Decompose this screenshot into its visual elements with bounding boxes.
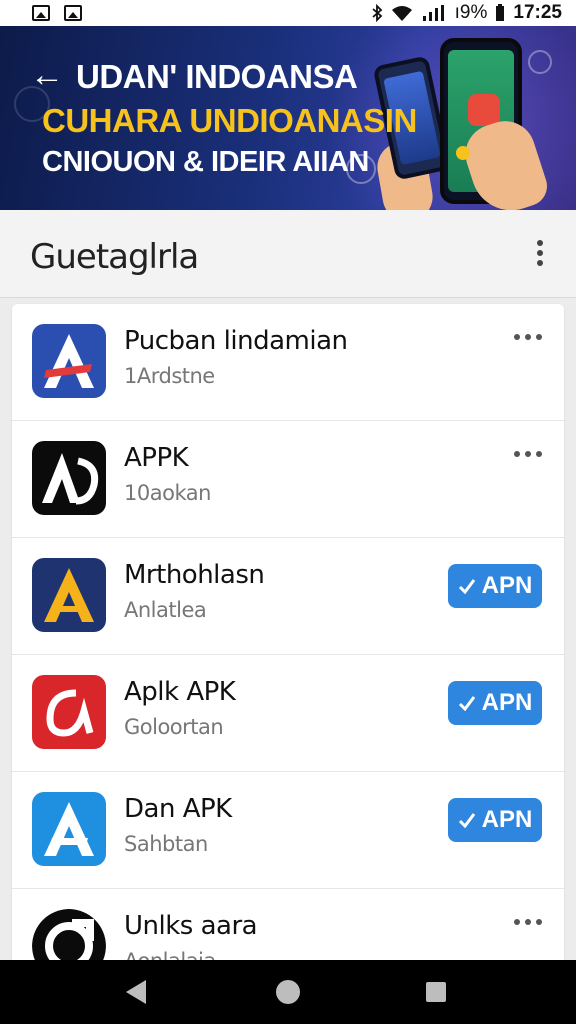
check-icon xyxy=(458,813,475,828)
app-store-icon xyxy=(32,675,106,749)
coin-icon xyxy=(456,146,470,160)
app-subtitle: 10aokan xyxy=(124,481,211,505)
nav-back-icon[interactable] xyxy=(126,980,146,1004)
app-store-icon xyxy=(32,909,106,964)
check-icon xyxy=(458,696,475,711)
clock: 17:25 xyxy=(513,2,562,23)
app-name: Dan APK xyxy=(124,794,232,824)
decorative-circle xyxy=(528,50,552,74)
image-notification-icon xyxy=(64,5,82,21)
app-name: Mrthohlasn xyxy=(124,560,265,590)
wifi-icon xyxy=(391,6,412,21)
apn-button[interactable]: APN xyxy=(448,681,542,725)
bluetooth-icon xyxy=(372,4,382,22)
more-options-icon[interactable] xyxy=(510,334,546,348)
app-store-icon xyxy=(32,558,106,632)
more-options-icon[interactable] xyxy=(510,919,546,933)
battery-icon xyxy=(496,4,505,21)
nav-home-icon[interactable] xyxy=(276,980,300,1004)
app-store-icon xyxy=(32,441,106,515)
apn-button-label: APN xyxy=(481,572,533,599)
status-bar: ı9% 17:25 xyxy=(0,0,576,26)
list-item[interactable]: Dan APK Sahbtan APN xyxy=(12,772,564,889)
list-item[interactable]: Unlks aara Aonlalaia xyxy=(12,889,564,964)
apn-button-label: APN xyxy=(481,689,533,716)
overflow-menu-icon[interactable] xyxy=(530,240,550,270)
app-name: Unlks aara xyxy=(124,911,258,941)
list-item[interactable]: APPK 10aokan xyxy=(12,421,564,538)
battery-percentage: ı9% xyxy=(454,2,488,23)
banner-title: UDAN' INDOANSA xyxy=(76,58,358,95)
gallery-notification-icon xyxy=(32,5,50,21)
list-item[interactable]: Aplk APK Goloortan APN xyxy=(12,655,564,772)
list-item[interactable]: Mrthohlasn Anlatlea APN xyxy=(12,538,564,655)
banner-tagline: CNIOUON & IDEIR AIIAN xyxy=(42,146,369,178)
banner-subtitle: CUHARA UNDIOANASIN xyxy=(42,102,417,139)
app-subtitle: 1Ardstne xyxy=(124,364,215,388)
back-arrow-icon[interactable]: ← xyxy=(30,58,64,92)
app-name: Pucban lindamian xyxy=(124,326,348,356)
app-list: Pucban lindamian 1Ardstne APPK 10aokan M… xyxy=(12,304,564,964)
app-store-icon xyxy=(32,324,106,398)
promo-banner: ← UDAN' INDOANSA CUHARA UNDIOANASIN CNIO… xyxy=(0,26,576,210)
app-name: APPK xyxy=(124,443,189,473)
app-subtitle: Sahbtan xyxy=(124,832,208,856)
app-subtitle: Goloortan xyxy=(124,715,224,739)
list-item[interactable]: Pucban lindamian 1Ardstne xyxy=(12,304,564,421)
more-options-icon[interactable] xyxy=(510,451,546,465)
app-name: Aplk APK xyxy=(124,677,236,707)
signal-icon xyxy=(422,5,444,21)
page-header: Guetaglrla xyxy=(0,210,576,298)
app-subtitle: Anlatlea xyxy=(124,598,207,622)
screen: ı9% 17:25 ← UDAN' INDOANSA CUHARA UNDIOA… xyxy=(0,0,576,1024)
page-title: Guetaglrla xyxy=(30,237,199,277)
navigation-bar xyxy=(0,960,576,1024)
app-store-icon xyxy=(32,792,106,866)
apn-button[interactable]: APN xyxy=(448,564,542,608)
nav-recents-icon[interactable] xyxy=(426,982,446,1002)
apn-button[interactable]: APN xyxy=(448,798,542,842)
apn-button-label: APN xyxy=(481,806,533,833)
check-icon xyxy=(458,579,475,594)
